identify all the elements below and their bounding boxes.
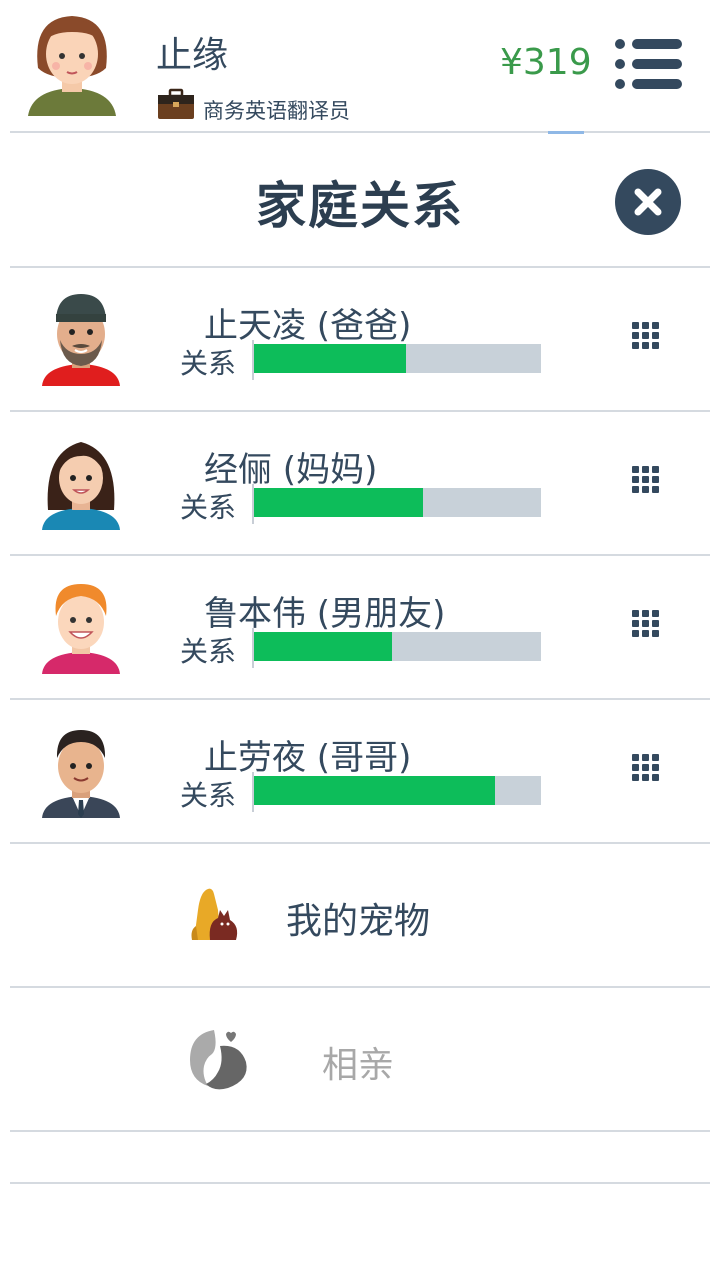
relation-label: 关系 — [180, 635, 237, 668]
dating-label: 相亲 — [322, 1045, 395, 1086]
briefcase-icon — [158, 88, 194, 119]
relation-label: 关系 — [180, 779, 237, 812]
page-title: 家庭关系 — [256, 177, 464, 235]
relation-bar — [254, 488, 541, 517]
header-divider — [10, 131, 710, 133]
grid-icon[interactable] — [628, 606, 668, 646]
relation-row-boyfriend[interactable]: 鲁本伟 (男朋友) 关系 — [0, 556, 720, 698]
grid-icon[interactable] — [628, 318, 668, 358]
user-name: 止缘 — [156, 35, 229, 76]
dating-icon — [190, 1030, 247, 1090]
relation-name: 止劳夜 (哥哥) — [204, 738, 412, 778]
father-avatar — [42, 294, 120, 386]
relation-name: 止天凌 (爸爸) — [204, 306, 412, 346]
relation-bar-fill — [254, 488, 424, 517]
mother-avatar — [42, 442, 120, 530]
dating-button[interactable]: 相亲 — [0, 988, 720, 1130]
relation-bar-fill — [254, 776, 496, 805]
relation-bar-fill — [254, 344, 407, 373]
relation-name: 鲁本伟 (男朋友) — [204, 594, 446, 634]
header-indicator — [548, 131, 584, 134]
relation-bar — [254, 344, 541, 373]
relation-bar — [254, 632, 541, 661]
relation-bar-fill — [254, 632, 392, 661]
pets-label: 我的宠物 — [286, 901, 431, 942]
relation-name: 经俪 (妈妈) — [204, 450, 378, 490]
pets-button[interactable]: 我的宠物 — [0, 844, 720, 986]
close-icon[interactable] — [614, 168, 682, 236]
header: 止缘 商务英语翻译员 ¥319 — [0, 0, 720, 134]
grid-icon[interactable] — [628, 462, 668, 502]
player-avatar[interactable] — [24, 8, 120, 120]
list-menu-icon[interactable] — [612, 36, 684, 92]
divider — [10, 1182, 710, 1184]
money-balance: ¥319 — [500, 42, 592, 83]
relation-row-father[interactable]: 止天凌 (爸爸) 关系 — [0, 268, 720, 410]
relation-label: 关系 — [180, 347, 237, 380]
job-title: 商务英语翻译员 — [203, 99, 350, 123]
brother-avatar — [42, 730, 120, 818]
grid-icon[interactable] — [628, 750, 668, 790]
relation-bar — [254, 776, 541, 805]
relation-label: 关系 — [180, 491, 237, 524]
relation-row-mother[interactable]: 经俪 (妈妈) 关系 — [0, 412, 720, 554]
pets-icon — [191, 888, 238, 940]
relation-row-brother[interactable]: 止劳夜 (哥哥) 关系 — [0, 700, 720, 842]
boyfriend-avatar — [42, 584, 120, 674]
divider — [10, 1130, 710, 1132]
